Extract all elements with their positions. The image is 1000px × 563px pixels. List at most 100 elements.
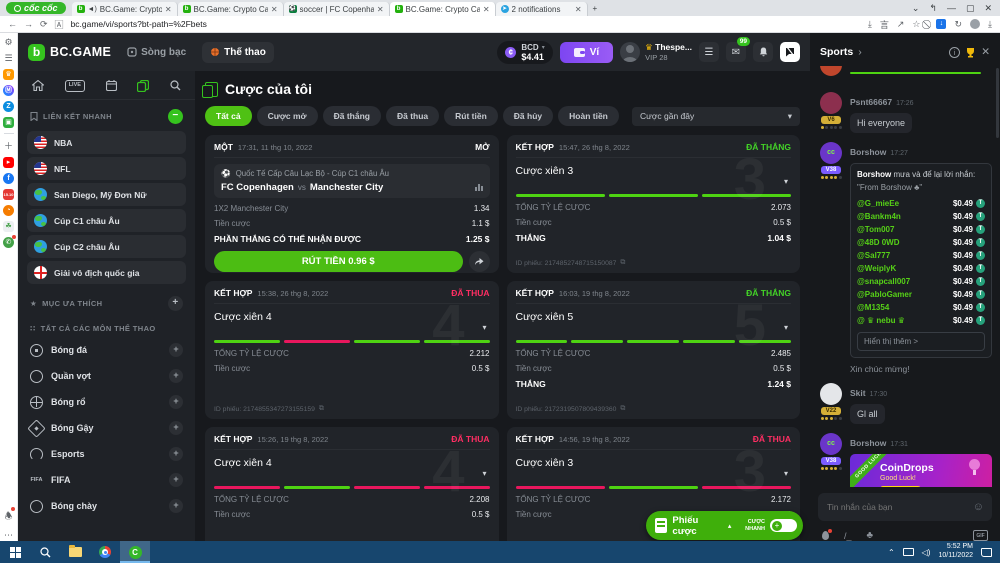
start-button[interactable] <box>0 541 30 563</box>
sort-dropdown[interactable]: Cược gần đây▾ <box>632 107 800 126</box>
expand-caret-icon[interactable]: ▾ <box>784 177 788 186</box>
browser-tab-3[interactable]: ⚽soccer | FC Copenhagen vs M✕ <box>284 2 390 16</box>
tip-recipient[interactable]: @Tom007 <box>857 225 894 234</box>
live-icon[interactable]: LIVE <box>65 80 85 92</box>
expand-plus-icon[interactable]: + <box>169 421 183 435</box>
games-icon[interactable]: ▣ <box>3 117 14 128</box>
balance-selector[interactable]: ¢ BCD▾ $4.41 <box>497 41 552 64</box>
site-security-icon[interactable]: 🄰 <box>55 18 64 31</box>
chat-messages[interactable]: V V6 Psnt6666717:26 Hi everyone cc V38 <box>810 64 1000 487</box>
user-profile[interactable]: ♛ Thespe... VIP 28 <box>620 42 692 62</box>
plant-app-icon[interactable]: ☘ <box>3 221 14 232</box>
download-manager-icon[interactable]: ↓ <box>936 19 946 29</box>
bell-notifications-icon[interactable]: 🕭 <box>4 509 12 525</box>
stats-icon[interactable] <box>475 184 483 191</box>
new-tab-button[interactable]: + <box>593 4 598 13</box>
trophy-icon[interactable] <box>965 47 976 58</box>
emoji-icon[interactable]: ☺ <box>973 501 984 513</box>
sync-icon[interactable]: ↻ <box>954 19 962 30</box>
sidebar-item-cup-c1[interactable]: Cúp C1 châu Âu <box>27 209 186 232</box>
chat-username[interactable]: Borshow <box>850 147 886 157</box>
tray-expand-icon[interactable]: ⌃ <box>888 548 895 557</box>
coccoc-logo[interactable]: cốc cốc <box>6 2 66 14</box>
network-icon[interactable] <box>903 548 914 556</box>
taskbar-file-explorer[interactable] <box>60 541 90 563</box>
my-bets-icon-active[interactable] <box>137 80 149 92</box>
chat-username[interactable]: Skit <box>850 388 866 398</box>
sidebar-sport-cricket[interactable]: Bóng Gậy+ <box>18 415 195 441</box>
expand-plus-icon[interactable]: + <box>169 369 183 383</box>
home-icon[interactable] <box>32 80 44 92</box>
expand-caret-icon[interactable]: ▾ <box>482 323 486 332</box>
filter-cancelled[interactable]: Đã hủy <box>503 106 553 126</box>
cashout-button[interactable]: RÚT TIỀN 0.96 $ <box>214 251 463 272</box>
tab-search-icon[interactable]: ⌄ <box>912 3 920 14</box>
reload-icon[interactable]: ⟳ <box>40 19 48 30</box>
tip-rain-icon[interactable] <box>822 531 829 540</box>
tip-recipient[interactable]: @PabloGamer <box>857 290 912 299</box>
volume-icon[interactable]: ◁) <box>922 548 931 557</box>
betslip-button[interactable]: Phiếu cược ▴ CƯỢC NHANH <box>646 511 803 540</box>
taskbar-chrome[interactable] <box>90 541 120 563</box>
browser-tab-1[interactable]: b◄)BC.Game: Crypto Casino✕ <box>72 2 178 16</box>
zalo-icon[interactable]: Z <box>3 101 14 112</box>
copy-icon[interactable]: ⧉ <box>620 405 625 413</box>
chat-username[interactable]: Psnt66667 <box>850 97 892 107</box>
browser-tab-5[interactable]: ➤2 notifications✕ <box>496 2 588 16</box>
sidebar-item-san-diego[interactable]: San Diego, Mỹ Đơn Nữ <box>27 183 186 206</box>
expand-caret-icon[interactable]: ▾ <box>482 469 486 478</box>
minimize-button[interactable]: — <box>947 3 956 13</box>
sidebar-item-cup-c2[interactable]: Cúp C2 châu Âu <box>27 235 186 258</box>
sidebar-sport-basketball[interactable]: Bóng rổ+ <box>18 389 195 415</box>
tab-close-icon[interactable]: ✕ <box>575 5 582 14</box>
sidebar-item-nba[interactable]: NBA <box>27 131 186 154</box>
sale-icon[interactable]: 15.10 <box>3 189 14 200</box>
bell-icon[interactable] <box>753 42 773 62</box>
facebook-icon[interactable]: f <box>3 173 14 184</box>
filter-cashout[interactable]: Rút tiền <box>444 106 498 126</box>
action-center-icon[interactable] <box>981 548 992 557</box>
chat-toggle-icon[interactable] <box>780 42 800 62</box>
tab-close-icon[interactable]: ✕ <box>165 5 172 14</box>
bcgame-logo[interactable]: b BC.GAME <box>28 44 111 61</box>
nav-sports[interactable]: Thế thao <box>202 42 274 63</box>
tip-recipient[interactable]: @48D 0WD <box>857 238 899 247</box>
sidebar-sport-tennis[interactable]: Quần vợt+ <box>18 363 195 389</box>
tab-close-icon[interactable]: ✕ <box>271 5 278 14</box>
expand-caret-icon[interactable]: ▾ <box>784 323 788 332</box>
calendar-icon[interactable] <box>106 80 117 92</box>
browser-tab-4-active[interactable]: bBC.Game: Crypto Casino Ga✕ <box>390 2 496 16</box>
share-icon[interactable]: ↗ <box>897 19 905 30</box>
more-icon[interactable]: ⋯ <box>4 530 13 541</box>
taskbar-clock[interactable]: 5:52 PM 10/11/2022 <box>938 543 973 561</box>
expand-caret-icon[interactable]: ▾ <box>784 469 788 478</box>
back-icon[interactable]: ← <box>8 19 17 29</box>
sidebar-toggle-icon[interactable]: ↰ <box>929 3 937 14</box>
inbox-icon[interactable]: ✉99 <box>726 42 746 62</box>
copy-icon[interactable]: ⧉ <box>319 405 324 413</box>
save-page-icon[interactable]: ⤓ <box>868 19 872 30</box>
filter-open[interactable]: Cược mở <box>257 106 318 126</box>
crown-rewards-icon[interactable]: ♛ <box>3 69 14 80</box>
clock-app-icon[interactable]: ◔ <box>3 205 14 216</box>
clover-rules-icon[interactable]: ♣ <box>867 530 874 541</box>
nav-casino[interactable]: Sòng bạc <box>119 42 194 63</box>
chat-room-name[interactable]: Sports <box>820 46 853 58</box>
tab-close-icon[interactable]: ✕ <box>377 5 384 14</box>
tip-recipient[interactable]: @Bankm4n <box>857 212 901 221</box>
youtube-icon[interactable]: ▸ <box>3 157 14 168</box>
bet-card-single[interactable]: MỘT17:31, 11 thg 10, 2022 MỞ ⚽Quốc Tế Cấ… <box>205 135 499 273</box>
tip-recipient[interactable]: @snapcall007 <box>857 277 910 286</box>
chat-close-icon[interactable]: ✕ <box>981 46 990 58</box>
add-favorite-button[interactable]: + <box>168 296 183 311</box>
expand-plus-icon[interactable]: + <box>169 395 183 409</box>
chat-commands-icon[interactable]: /_ <box>844 531 852 541</box>
feed-icon[interactable]: ☰ <box>4 53 12 64</box>
chat-message-input[interactable] <box>818 493 992 521</box>
chat-username[interactable]: Borshow <box>850 438 886 448</box>
sidebar-sport-fifa[interactable]: FIFAFIFA+ <box>18 467 195 493</box>
browser-tab-2[interactable]: bBC.Game: Crypto Casino Ga✕ <box>178 2 284 16</box>
tip-recipient[interactable]: @ ♛ nebu ♛ <box>857 316 905 325</box>
show-more-button[interactable]: Hiển thị thêm > <box>857 332 985 351</box>
filter-won[interactable]: Đã thắng <box>323 106 381 126</box>
